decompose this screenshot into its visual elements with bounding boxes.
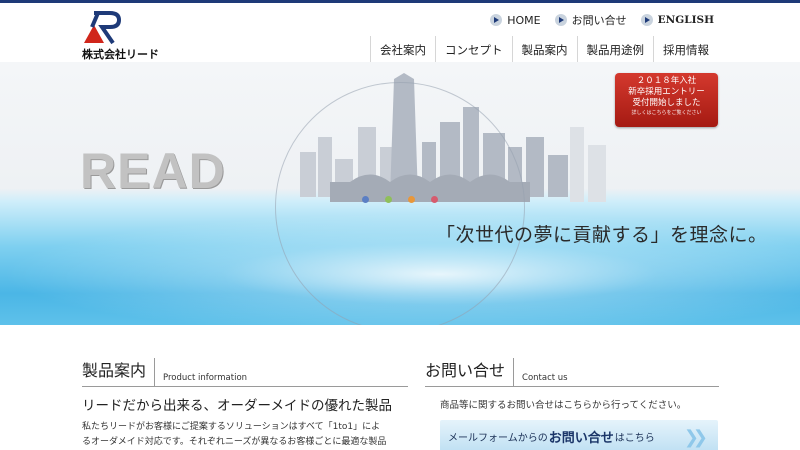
play-arrow-icon bbox=[554, 14, 567, 26]
products-section-header: 製品案内 Product information bbox=[82, 357, 408, 387]
logo-text: 株式会社リード bbox=[82, 48, 159, 61]
products-subtitle: Product information bbox=[163, 373, 248, 383]
main-nav: 会社案内 コンセプト 製品案内 製品用途例 採用情報 bbox=[370, 36, 718, 62]
main-content: 製品案内 Product information リードだから出来る、オーダーメ… bbox=[0, 325, 800, 450]
nav-concept[interactable]: コンセプト bbox=[435, 36, 512, 62]
products-lead: リードだから出来る、オーダーメイドの優れた製品 bbox=[82, 398, 392, 414]
slider-dot-1[interactable] bbox=[362, 196, 369, 203]
utility-nav: HOME お問い合せ ENGLISH bbox=[490, 12, 714, 28]
hero-banner: READ 「次世代の夢に貢献する」を理念に。 ２０１８年入社 新卒採用エントリー… bbox=[0, 62, 800, 325]
mail-button-emphasis: お問い合せ bbox=[548, 430, 614, 446]
products-description: 私たちリードがお客様にご提案するソリューションはすべて「1to1」によ るオーダ… bbox=[82, 420, 412, 450]
recruit-line-2: 新卒採用エントリー bbox=[628, 87, 705, 97]
contact-subtitle: Contact us bbox=[522, 373, 568, 383]
nav-use-cases[interactable]: 製品用途例 bbox=[576, 36, 654, 62]
mail-button-suffix: はこちら bbox=[614, 432, 655, 444]
hero-tagline: 「次世代の夢に貢献する」を理念に。 bbox=[436, 224, 768, 246]
logo-mark-icon bbox=[84, 11, 122, 45]
play-arrow-icon bbox=[490, 14, 503, 26]
products-body-line: るオーダメイド対応です。それぞれニーズが異なるお客様ごとに最適な製品 bbox=[82, 437, 387, 447]
contact-description: 商品等に関するお問い合せはこちらから行ってください。 bbox=[440, 400, 687, 411]
util-link-label: お問い合せ bbox=[571, 14, 627, 27]
recruit-line-3: 受付開始しました bbox=[632, 98, 701, 108]
products-body-line: 私たちリードがお客様にご提案するソリューションはすべて「1to1」によ bbox=[82, 422, 381, 432]
nav-recruit[interactable]: 採用情報 bbox=[653, 36, 718, 62]
recruit-entry-banner[interactable]: ２０１８年入社 新卒採用エントリー 受付開始しました 詳しくはこちらをご覧くださ… bbox=[615, 73, 718, 127]
company-logo[interactable]: 株式会社リード bbox=[82, 9, 162, 61]
contact-title: お問い合せ bbox=[425, 358, 515, 386]
hero-circle-ring bbox=[275, 82, 525, 325]
recruit-line-1: ２０１８年入社 bbox=[636, 76, 697, 86]
recruit-details-note: 詳しくはこちらをご覧ください bbox=[631, 110, 702, 116]
slider-pagination bbox=[362, 196, 438, 203]
mail-form-contact-button[interactable]: メールフォームからの お問い合せ はこちら ❯❯ bbox=[440, 420, 718, 450]
site-header: 株式会社リード HOME お問い合せ ENGLISH 会社案内 コンセプト 製品… bbox=[0, 0, 800, 62]
products-title: 製品案内 bbox=[82, 358, 156, 386]
util-link-label: HOME bbox=[507, 13, 541, 27]
play-arrow-icon bbox=[640, 14, 653, 26]
double-chevron-right-icon: ❯❯ bbox=[683, 427, 708, 448]
util-link-contact[interactable]: お問い合せ bbox=[554, 12, 627, 28]
nav-company[interactable]: 会社案内 bbox=[370, 36, 435, 62]
mail-button-prefix: メールフォームからの bbox=[448, 432, 548, 444]
nav-products[interactable]: 製品案内 bbox=[511, 36, 577, 62]
util-link-english[interactable]: ENGLISH bbox=[640, 14, 714, 26]
slider-dot-2[interactable] bbox=[385, 196, 392, 203]
contact-section-header: お問い合せ Contact us bbox=[425, 357, 719, 387]
slider-dot-4[interactable] bbox=[431, 196, 438, 203]
util-link-home[interactable]: HOME bbox=[490, 13, 541, 27]
util-link-label: ENGLISH bbox=[657, 14, 714, 26]
slider-dot-3[interactable] bbox=[408, 196, 415, 203]
hero-brand-text: READ bbox=[80, 143, 226, 199]
